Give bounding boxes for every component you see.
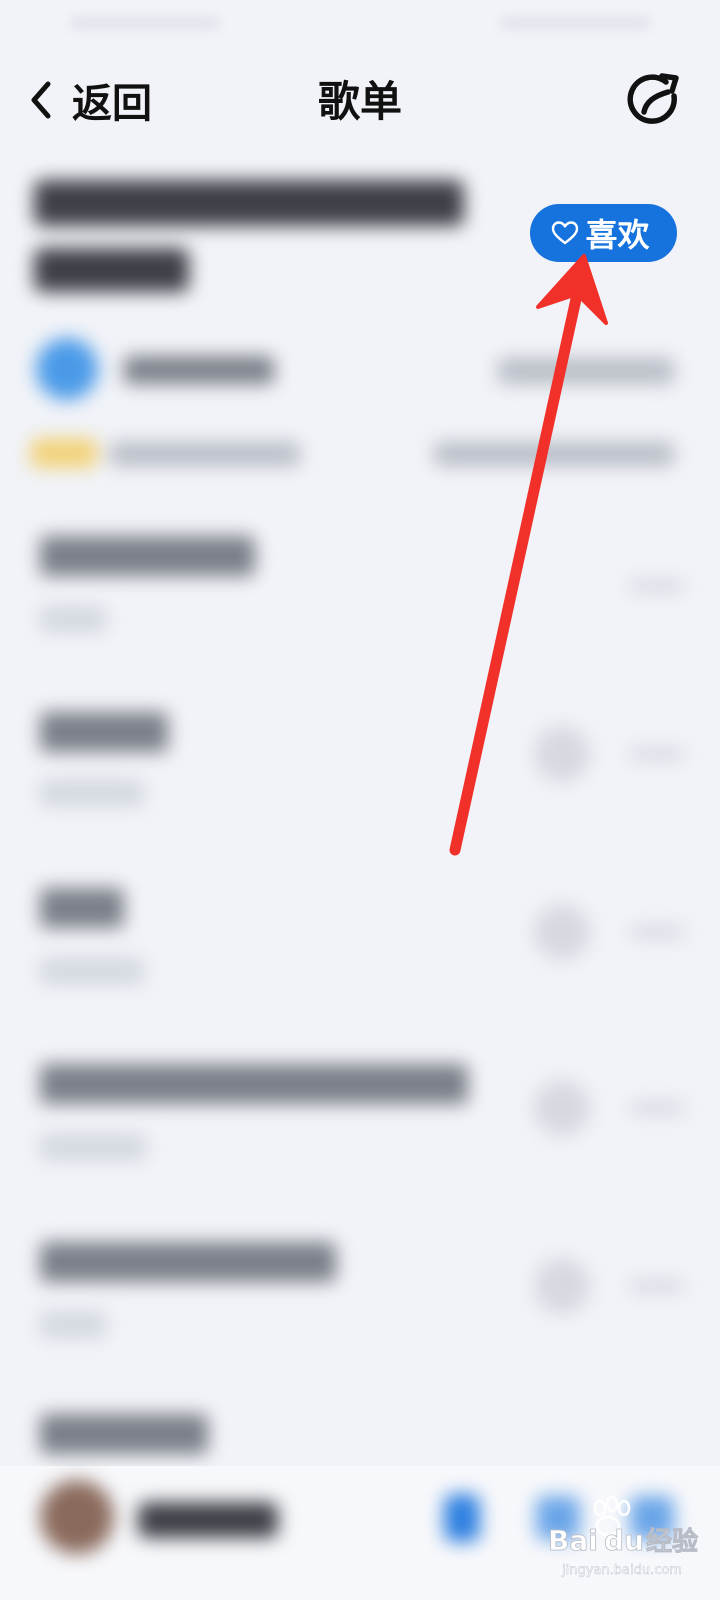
song-row [0, 1390, 720, 1460]
play-count-blur [498, 358, 674, 384]
vip-badge-blur [30, 438, 98, 468]
status-time-blur [70, 16, 220, 30]
song-artist-blur [40, 780, 144, 806]
song-title-blur [40, 1064, 468, 1104]
song-mv-blur [534, 726, 590, 782]
creator-avatar-blur [36, 338, 98, 400]
song-list-blurred [0, 500, 720, 1460]
song-title-blur [40, 536, 255, 576]
info-line-blur [110, 442, 300, 466]
song-row [0, 686, 720, 836]
page-title: 歌单 [317, 77, 402, 126]
song-artist-blur [40, 606, 106, 632]
song-artist-blur [40, 1312, 106, 1338]
song-title-blur [40, 888, 124, 928]
playlist-title-blur-line2 [34, 248, 189, 292]
share-icon [627, 73, 679, 124]
song-row [0, 864, 720, 1014]
song-artist-blur [40, 1134, 146, 1160]
song-mv-blur [534, 1080, 590, 1136]
song-mv-blur [534, 904, 590, 960]
playlist-title-blur-line1 [34, 180, 464, 226]
track-name-blur [138, 1502, 278, 1538]
song-row [0, 1218, 720, 1368]
song-title-blur [40, 1414, 208, 1454]
watermark-brand-du: du [604, 1524, 644, 1557]
song-row [0, 510, 720, 660]
like-label: 喜欢 [585, 216, 650, 254]
song-more-blur [630, 748, 684, 760]
song-artist-blur [40, 958, 144, 984]
play-blur [444, 1494, 480, 1542]
cover-blur [40, 1480, 114, 1554]
watermark-brand-cn: 经验 [646, 1526, 698, 1557]
watermark-brand-bai: Bai [548, 1524, 598, 1557]
share-button[interactable] [622, 70, 684, 132]
baidu-jingyan-watermark: Bai du 经验 jingyan.baidu.com [548, 1495, 698, 1578]
song-more-blur [630, 926, 684, 938]
song-more-blur [630, 1102, 684, 1114]
song-title-blur [40, 1242, 336, 1282]
song-row [0, 1040, 720, 1190]
status-bar [0, 0, 720, 50]
like-button[interactable]: 喜欢 [530, 204, 677, 262]
song-more-blur [630, 1280, 684, 1292]
status-icons-blur [500, 16, 650, 30]
info-right-blur [434, 442, 674, 466]
song-mv-blur [534, 1258, 590, 1314]
playlist-header-blurred [0, 150, 720, 490]
heart-outline-icon [552, 221, 579, 245]
watermark-url: jingyan.baidu.com [561, 1563, 682, 1578]
song-title-blur [40, 712, 168, 752]
creator-name-blur [124, 356, 274, 384]
song-more-blur [630, 580, 684, 592]
